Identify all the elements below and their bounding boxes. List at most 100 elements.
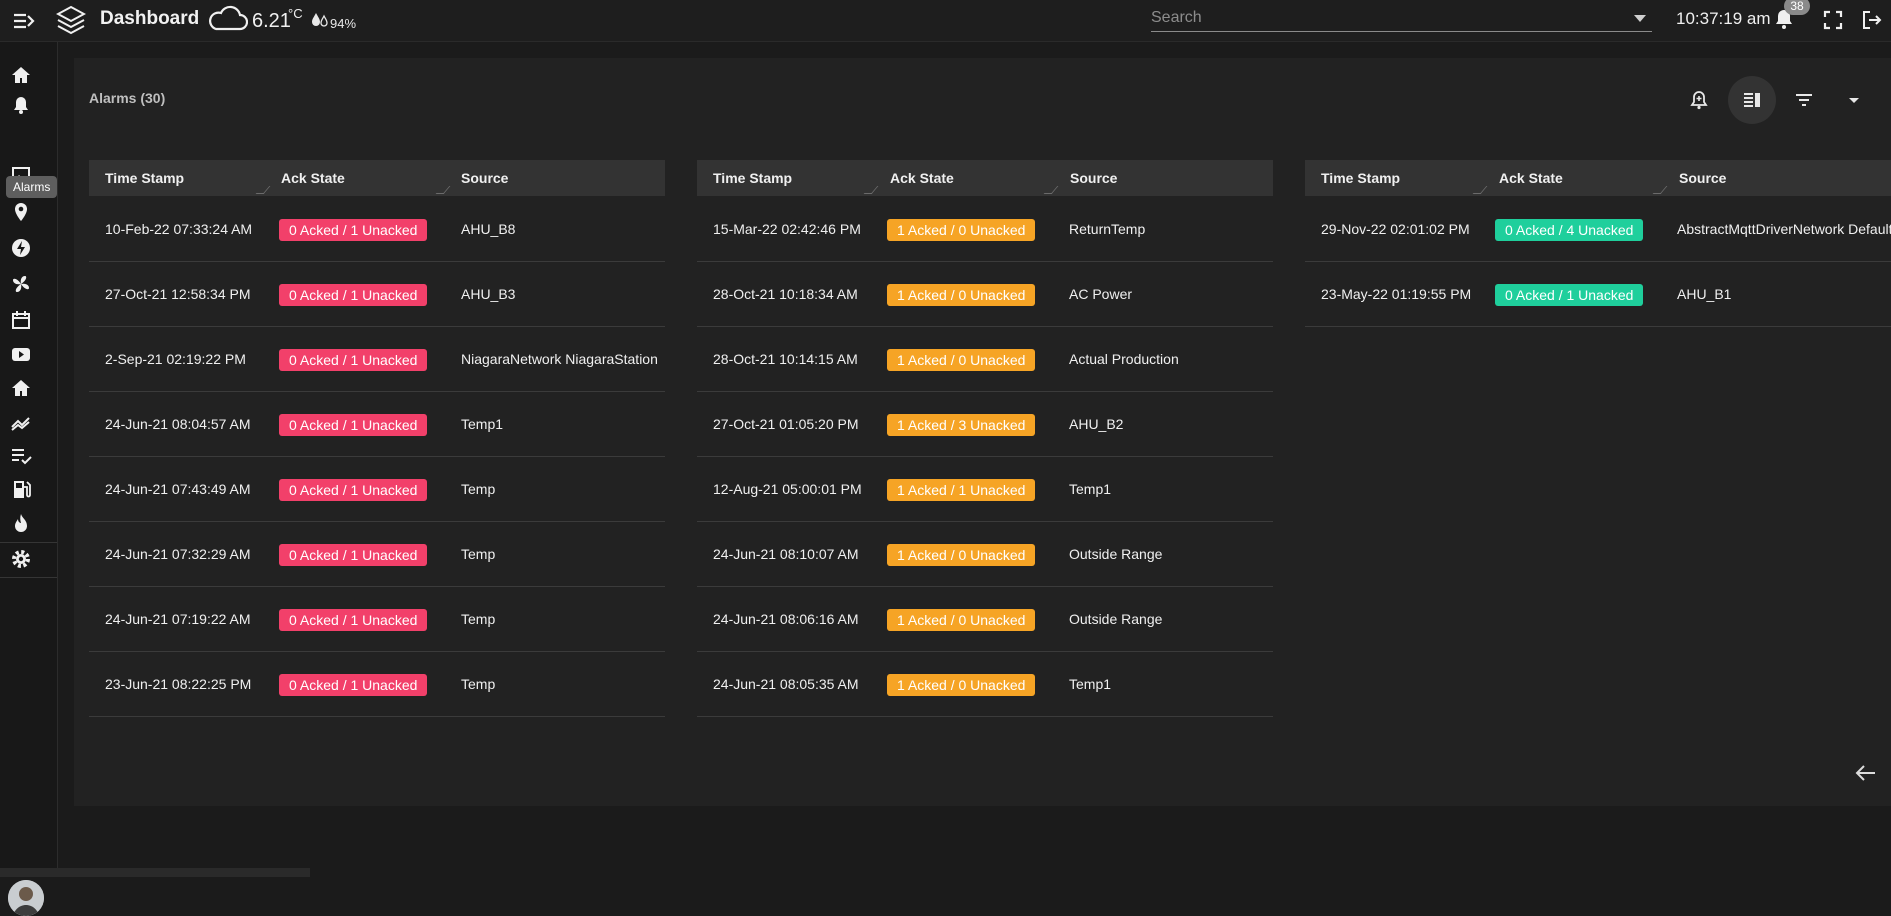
column-ack-state[interactable]: Ack State [1499,160,1563,196]
column-time-stamp[interactable]: Time Stamp [105,160,184,196]
column-resize-handle[interactable] [435,186,451,194]
ack-state-badge: 1 Acked / 3 Unacked [887,414,1036,437]
sidebar-item-checklist[interactable] [8,442,34,468]
alarm-add-icon [1690,91,1708,110]
table-row[interactable]: 28-Oct-21 10:14:15 AM 1 Acked / 0 Unacked… [697,327,1273,392]
table-row[interactable]: 24-Jun-21 08:10:07 AM 1 Acked / 0 Unacked… [697,522,1273,587]
search-dropdown-icon[interactable] [1634,15,1646,22]
sidebar: Alarms [0,42,58,916]
table-row[interactable]: 24-Jun-21 08:05:35 AM 1 Acked / 0 Unacked… [697,652,1273,717]
sidebar-item-hvac[interactable] [8,271,34,297]
filter-button[interactable] [1780,76,1828,124]
column-ack-state[interactable]: Ack State [281,160,345,196]
table-row[interactable]: 23-May-22 01:19:55 PM 0 Acked / 1 Unacked… [1305,262,1891,327]
column-time-stamp[interactable]: Time Stamp [1321,160,1400,196]
column-time-stamp[interactable]: Time Stamp [713,160,792,196]
ack-state-badge: 0 Acked / 1 Unacked [279,479,428,502]
location-pin-icon [15,203,27,221]
cell-ack-state: 1 Acked / 1 Unacked [887,457,1036,521]
cell-source: NiagaraNetwork NiagaraStation [461,351,658,367]
browser-status-bar [0,868,310,877]
table-row[interactable]: 24-Jun-21 07:32:29 AM 0 Acked / 1 Unacked… [89,522,665,587]
table-row[interactable]: 23-Jun-21 08:22:25 PM 0 Acked / 1 Unacked… [89,652,665,717]
cell-ack-state: 1 Acked / 0 Unacked [887,587,1036,651]
cell-time-stamp: 15-Mar-22 02:42:46 PM [713,221,861,237]
table-row[interactable]: 2-Sep-21 02:19:22 PM 0 Acked / 1 Unacked N… [89,327,665,392]
sidebar-item-trends[interactable] [8,409,34,435]
cell-ack-state: 1 Acked / 0 Unacked [887,327,1036,391]
cell-source: ReturnTemp [1069,221,1146,237]
table-row[interactable]: 24-Jun-21 08:04:57 AM 0 Acked / 1 Unacked… [89,392,665,457]
table-row[interactable]: 24-Jun-21 07:43:49 AM 0 Acked / 1 Unacked… [89,457,665,522]
ack-state-badge: 0 Acked / 1 Unacked [279,219,428,242]
cell-time-stamp: 12-Aug-21 05:00:01 PM [713,481,862,497]
table-row[interactable]: 12-Aug-21 05:00:01 PM 1 Acked / 1 Unacked… [697,457,1273,522]
sidebar-item-video[interactable] [8,341,34,367]
table-row[interactable]: 27-Oct-21 01:05:20 PM 1 Acked / 3 Unacked… [697,392,1273,457]
ack-state-badge: 0 Acked / 1 Unacked [279,609,428,632]
back-arrow-icon[interactable] [1853,762,1879,784]
column-source[interactable]: Source [461,160,508,196]
cell-source: AC Power [1069,286,1133,302]
column-source[interactable]: Source [1070,160,1117,196]
cell-time-stamp: 24-Jun-21 08:06:16 AM [713,611,859,627]
ack-state-badge: 1 Acked / 0 Unacked [887,349,1036,372]
layers-logo-icon[interactable] [56,4,86,36]
split-view-icon [1744,93,1760,107]
search-input[interactable] [1151,6,1621,30]
column-ack-state[interactable]: Ack State [890,160,954,196]
card-title: Alarms (30) [89,90,166,106]
sidebar-item-gas[interactable] [8,510,34,536]
sidebar-item-calendar[interactable] [8,307,34,333]
more-dropdown-button[interactable] [1830,76,1878,124]
cloud-icon [209,5,248,31]
table-row[interactable]: 24-Jun-21 07:19:22 AM 0 Acked / 1 Unacked… [89,587,665,652]
checklist-icon [12,449,32,465]
split-view-button[interactable] [1728,76,1776,124]
temperature-value: 6.21 [252,10,291,32]
cell-ack-state: 0 Acked / 1 Unacked [279,197,428,261]
ack-state-badge: 1 Acked / 1 Unacked [887,479,1036,502]
sidebar-divider [0,577,57,578]
fullscreen-icon[interactable] [1821,8,1845,32]
cell-time-stamp: 27-Oct-21 12:58:34 PM [105,286,251,302]
video-icon [12,348,30,361]
cell-ack-state: 0 Acked / 1 Unacked [279,262,428,326]
column-resize-handle[interactable] [1652,186,1668,194]
sidebar-item-settings[interactable] [8,546,34,572]
cell-ack-state: 1 Acked / 0 Unacked [887,652,1036,716]
table-row[interactable]: 15-Mar-22 02:42:46 PM 1 Acked / 0 Unacked… [697,197,1273,262]
calendar-icon [12,311,30,329]
cell-ack-state: 0 Acked / 1 Unacked [1495,262,1644,326]
column-source[interactable]: Source [1679,160,1726,196]
table-row[interactable]: 24-Jun-21 08:06:16 AM 1 Acked / 0 Unacked… [697,587,1273,652]
cell-ack-state: 1 Acked / 0 Unacked [887,197,1036,261]
trend-icon [11,417,30,431]
table-row[interactable]: 28-Oct-21 10:18:34 AM 1 Acked / 0 Unacked… [697,262,1273,327]
search-box [1151,6,1652,32]
cell-source: Outside Range [1069,546,1163,562]
cell-source: Temp [461,481,496,497]
alarm-add-button[interactable] [1675,76,1723,124]
column-resize-handle[interactable] [1043,186,1059,194]
sidebar-item-energy[interactable] [8,235,34,261]
table-row[interactable]: 29-Nov-22 02:01:02 PM 0 Acked / 4 Unacked… [1305,197,1891,262]
menu-icon[interactable] [12,9,38,33]
sidebar-item-fuel[interactable] [8,476,34,502]
notifications-count-badge: 38 [1784,0,1810,15]
column-resize-handle[interactable] [255,186,271,194]
logout-icon[interactable] [1860,8,1884,32]
ack-state-badge: 0 Acked / 1 Unacked [279,544,428,567]
table-row[interactable]: 10-Feb-22 07:33:24 AM 0 Acked / 1 Unacked… [89,197,665,262]
column-resize-handle[interactable] [863,186,879,194]
fuel-icon [14,481,31,498]
sidebar-item-building[interactable] [8,375,34,401]
sidebar-item-location[interactable] [8,199,34,225]
column-resize-handle[interactable] [1472,186,1488,194]
avatar[interactable] [8,880,44,916]
table-row[interactable]: 27-Oct-21 12:58:34 PM 0 Acked / 1 Unacked… [89,262,665,327]
cell-time-stamp: 24-Jun-21 08:05:35 AM [713,676,859,692]
sidebar-item-home[interactable] [8,62,34,88]
sidebar-item-alarms[interactable] [8,92,34,118]
cell-source: AbstractMqttDriverNetwork Default [1677,221,1891,237]
